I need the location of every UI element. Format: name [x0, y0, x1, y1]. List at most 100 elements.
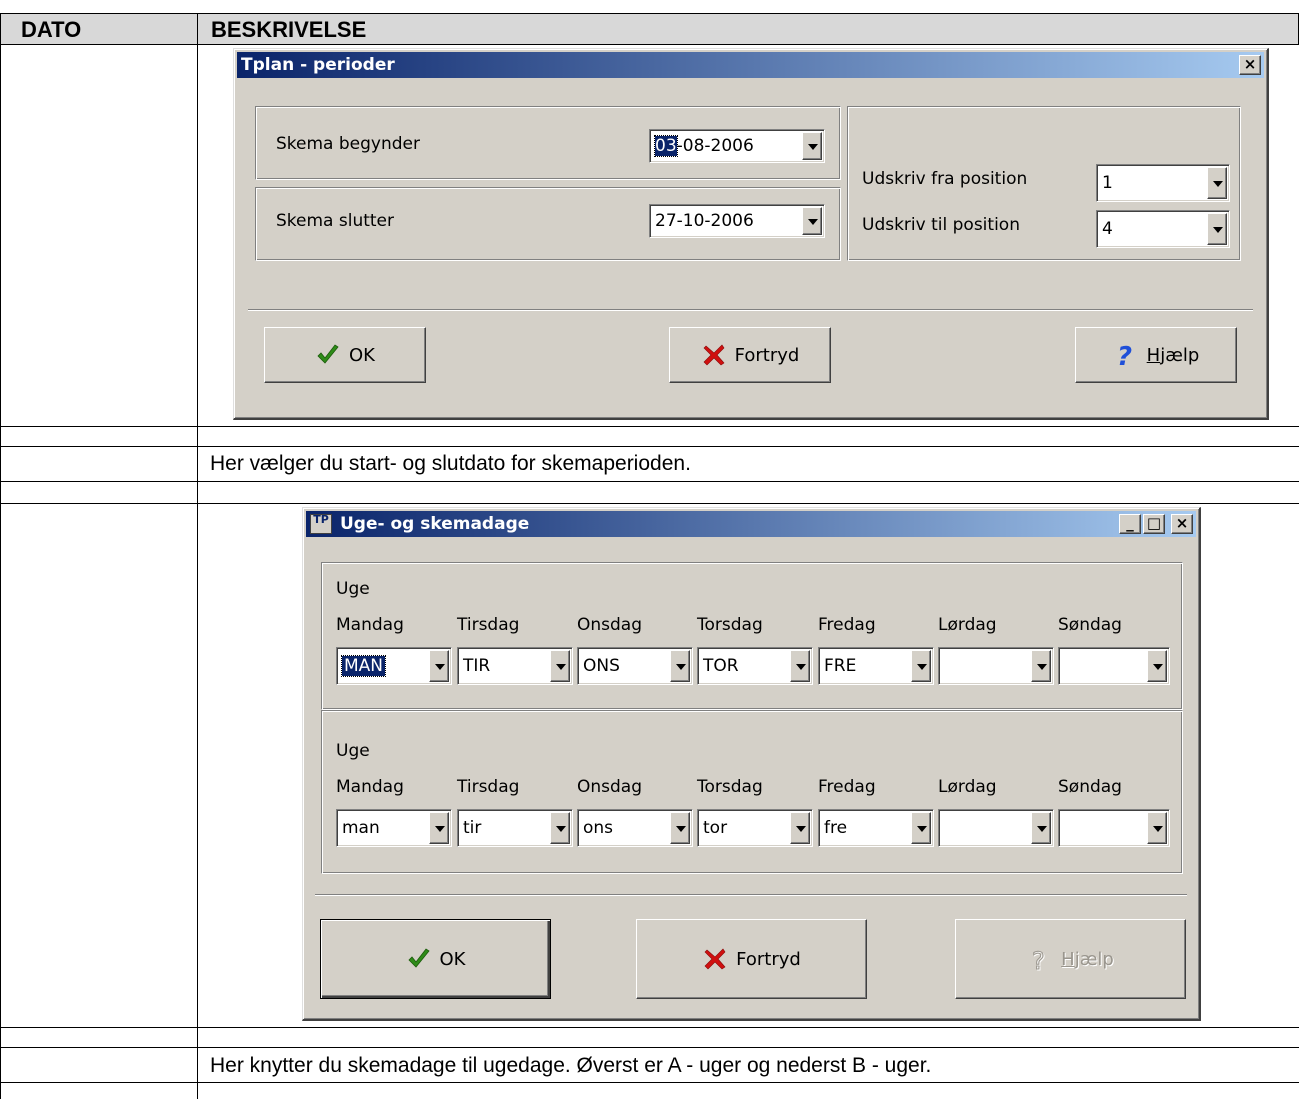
week-a-label: Uge	[336, 579, 370, 599]
dropdown-arrow-icon[interactable]	[670, 650, 690, 682]
cancel-button[interactable]: Fortryd	[636, 919, 867, 999]
row-divider	[0, 446, 1299, 447]
help-button[interactable]: ? Hjælp	[1075, 327, 1237, 383]
start-date-rest: -08-2006	[676, 136, 754, 156]
weekday-value: fre	[824, 818, 848, 838]
dropdown-arrow-icon[interactable]	[1147, 650, 1167, 682]
dropdown-arrow-icon[interactable]	[550, 650, 570, 682]
close-icon: ×	[1175, 514, 1189, 532]
weekday-combo-6[interactable]	[1058, 809, 1170, 847]
day-label-1: Tirsdag	[457, 777, 520, 797]
row-divider	[0, 1082, 1299, 1083]
print-to-combo[interactable]: 4	[1096, 210, 1230, 248]
weekday-combo-0[interactable]: MAN	[336, 647, 452, 685]
weekday-value: tir	[463, 818, 482, 838]
cancel-button[interactable]: Fortryd	[669, 327, 831, 383]
day-label-2: Onsdag	[577, 615, 643, 635]
weekday-value: ons	[583, 818, 614, 838]
maximize-icon: □	[1146, 514, 1162, 532]
checkmark-icon	[317, 344, 339, 364]
dialog-tplan-perioder: Tplan - perioder × Skema begynder 03 -08-…	[233, 48, 1269, 420]
ok-button[interactable]: OK	[264, 327, 426, 383]
weekday-combo-4[interactable]: FRE	[818, 647, 934, 685]
end-date-group: Skema slutter 27-10-2006	[255, 187, 841, 261]
close-button[interactable]: ×	[1239, 55, 1261, 75]
dialog-titlebar: TP Uge- og skemadage _ □ ×	[306, 511, 1196, 537]
day-label-6: Søndag	[1058, 615, 1122, 635]
weekday-combo-2[interactable]: ONS	[577, 647, 693, 685]
dropdown-arrow-icon[interactable]	[1147, 812, 1167, 844]
dropdown-arrow-icon[interactable]	[429, 812, 449, 844]
day-label-5: Lørdag	[938, 615, 997, 635]
day-label-6: Søndag	[1058, 777, 1122, 797]
weekday-combo-3[interactable]: TOR	[697, 647, 813, 685]
row-divider	[0, 503, 1299, 504]
weekday-combo-5[interactable]	[938, 809, 1054, 847]
row-divider	[0, 1047, 1299, 1048]
weekday-combo-4[interactable]: fre	[818, 809, 934, 847]
print-from-value: 1	[1102, 173, 1113, 193]
table-header-row: DATO BESKRIVELSE	[0, 13, 1299, 45]
week-a-group: Uge Mandag MAN Tirsdag TIR Onsdag ONS Torsdag T…	[321, 562, 1183, 710]
dropdown-arrow-icon[interactable]	[802, 132, 822, 160]
weekday-value: man	[342, 818, 380, 838]
help-label: Hjælp	[1061, 948, 1114, 970]
dropdown-arrow-icon[interactable]	[1207, 213, 1227, 245]
dropdown-arrow-icon[interactable]	[790, 650, 810, 682]
week-b-group: Uge Mandag man Tirsdag tir Onsdag ons Torsdag t…	[321, 710, 1183, 874]
ok-label: OK	[349, 344, 375, 366]
dropdown-arrow-icon[interactable]	[429, 650, 449, 682]
weekday-combo-5[interactable]	[938, 647, 1054, 685]
day-label-3: Torsdag	[697, 777, 763, 797]
description-periods: Her vælger du start- og slutdato for ske…	[210, 452, 691, 475]
dropdown-arrow-icon[interactable]	[670, 812, 690, 844]
week-b-label: Uge	[336, 741, 370, 761]
minimize-button[interactable]: _	[1119, 514, 1141, 534]
ok-button[interactable]: OK	[320, 919, 551, 999]
dialog-title: Tplan - perioder	[241, 55, 395, 75]
weekday-combo-1[interactable]: tir	[457, 809, 573, 847]
table-border-left	[0, 13, 1, 1099]
dropdown-arrow-icon[interactable]	[1207, 167, 1227, 199]
weekday-value: FRE	[824, 656, 857, 676]
dropdown-arrow-icon[interactable]	[911, 650, 931, 682]
cancel-label: Fortryd	[734, 344, 800, 366]
ok-label: OK	[439, 948, 466, 970]
dialog-titlebar: Tplan - perioder ×	[237, 52, 1264, 78]
day-label-4: Fredag	[818, 777, 876, 797]
maximize-button[interactable]: □	[1143, 514, 1165, 534]
weekday-combo-3[interactable]: tor	[697, 809, 813, 847]
dropdown-arrow-icon[interactable]	[911, 812, 931, 844]
print-position-group: Udskriv fra position 1 Udskriv til posit…	[847, 106, 1241, 261]
weekday-value: MAN	[340, 655, 387, 677]
description-weekdays: Her knytter du skemadage til ugedage. Øv…	[210, 1054, 932, 1077]
svg-text:?: ?	[1117, 342, 1132, 368]
weekday-combo-6[interactable]	[1058, 647, 1170, 685]
dialog-title: Uge- og skemadage	[340, 514, 530, 534]
dropdown-arrow-icon[interactable]	[1031, 650, 1051, 682]
weekday-combo-2[interactable]: ons	[577, 809, 693, 847]
minimize-icon: _	[1126, 514, 1134, 532]
cross-icon	[704, 948, 726, 970]
weekday-value: tor	[703, 818, 728, 838]
weekday-combo-0[interactable]: man	[336, 809, 452, 847]
dialog-uge-skemadage: TP Uge- og skemadage _ □ × Uge Mandag MAN…	[302, 507, 1201, 1021]
row-divider	[0, 1027, 1299, 1028]
day-label-4: Fredag	[818, 615, 876, 635]
day-label-5: Lørdag	[938, 777, 997, 797]
print-from-label: Udskriv fra position	[862, 169, 1028, 189]
help-question-icon: ?	[1032, 947, 1046, 973]
print-from-combo[interactable]: 1	[1096, 164, 1230, 202]
day-label-2: Onsdag	[577, 777, 643, 797]
dropdown-arrow-icon[interactable]	[550, 812, 570, 844]
dropdown-arrow-icon[interactable]	[790, 812, 810, 844]
dropdown-arrow-icon[interactable]	[1031, 812, 1051, 844]
end-date-combo[interactable]: 27-10-2006	[649, 204, 825, 238]
header-dato: DATO	[21, 17, 82, 42]
weekday-value: TOR	[703, 656, 739, 676]
dropdown-arrow-icon[interactable]	[802, 207, 822, 235]
close-button[interactable]: ×	[1171, 514, 1193, 534]
weekday-combo-1[interactable]: TIR	[457, 647, 573, 685]
checkmark-icon	[407, 948, 430, 968]
start-date-combo[interactable]: 03 -08-2006	[649, 129, 825, 163]
